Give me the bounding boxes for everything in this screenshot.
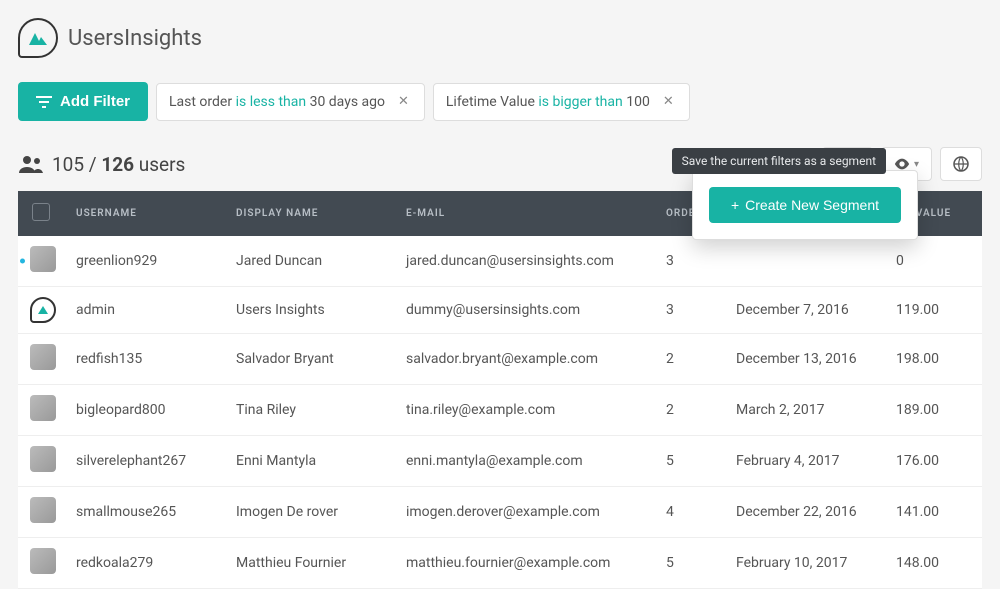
plus-icon: + bbox=[731, 197, 739, 213]
filter-chip-lifetime-value[interactable]: Lifetime Value is bigger than 100 ✕ bbox=[433, 83, 690, 121]
filter-operator: is bigger than bbox=[538, 94, 622, 110]
avatar bbox=[30, 344, 56, 370]
users-table: USERNAME DISPLAY NAME E-MAIL ORDE ME VAL… bbox=[18, 191, 982, 589]
cell-email: jared.duncan@usersinsights.com bbox=[396, 236, 656, 287]
avatar bbox=[30, 497, 56, 523]
cell-last-order: December 22, 2016 bbox=[726, 487, 886, 538]
logo: UsersInsights bbox=[18, 18, 982, 58]
count-total: 126 bbox=[101, 153, 134, 176]
table-row[interactable]: redkoala279Matthieu Fourniermatthieu.fou… bbox=[18, 538, 982, 589]
add-filter-button[interactable]: Add Filter bbox=[18, 82, 148, 121]
cell-orders: 5 bbox=[656, 538, 726, 589]
cell-username: greenlion929 bbox=[66, 236, 226, 287]
filter-value: 100 bbox=[626, 94, 650, 110]
add-filter-label: Add Filter bbox=[60, 93, 130, 110]
cell-last-order bbox=[726, 236, 886, 287]
cell-lifetime-value: 0 bbox=[886, 236, 982, 287]
cell-last-order: March 2, 2017 bbox=[726, 385, 886, 436]
export-button[interactable] bbox=[940, 147, 982, 181]
col-display-name[interactable]: DISPLAY NAME bbox=[226, 191, 396, 236]
users-icon bbox=[18, 155, 44, 173]
avatar bbox=[30, 446, 56, 472]
cell-username: bigleopard800 bbox=[66, 385, 226, 436]
online-indicator bbox=[20, 259, 25, 264]
cell-orders: 2 bbox=[656, 334, 726, 385]
filter-operator: is less than bbox=[236, 94, 307, 110]
select-all-checkbox[interactable] bbox=[32, 203, 50, 221]
logo-text: UsersInsights bbox=[68, 26, 202, 51]
filter-value: 30 days ago bbox=[310, 94, 385, 110]
cell-last-order: February 4, 2017 bbox=[726, 436, 886, 487]
cell-last-order: December 13, 2016 bbox=[726, 334, 886, 385]
cell-lifetime-value: 176.00 bbox=[886, 436, 982, 487]
cell-orders: 3 bbox=[656, 236, 726, 287]
cell-display-name: Matthieu Fournier bbox=[226, 538, 396, 589]
cell-lifetime-value: 119.00 bbox=[886, 287, 982, 334]
col-username[interactable]: USERNAME bbox=[66, 191, 226, 236]
cell-username: silverelephant267 bbox=[66, 436, 226, 487]
cell-orders: 4 bbox=[656, 487, 726, 538]
cell-lifetime-value: 141.00 bbox=[886, 487, 982, 538]
logo-mark bbox=[18, 18, 58, 58]
avatar bbox=[30, 297, 56, 323]
filter-chip-last-order[interactable]: Last order is less than 30 days ago ✕ bbox=[156, 83, 425, 121]
table-row[interactable]: redfish135Salvador Bryantsalvador.bryant… bbox=[18, 334, 982, 385]
create-segment-button[interactable]: + Create New Segment bbox=[709, 187, 901, 223]
cell-display-name: Imogen De rover bbox=[226, 487, 396, 538]
cell-lifetime-value: 198.00 bbox=[886, 334, 982, 385]
count-shown: 105 bbox=[52, 153, 84, 176]
cell-lifetime-value: 148.00 bbox=[886, 538, 982, 589]
cell-email: imogen.derover@example.com bbox=[396, 487, 656, 538]
filter-field: Lifetime Value bbox=[446, 94, 535, 110]
cell-display-name: Users Insights bbox=[226, 287, 396, 334]
cell-email: matthieu.fournier@example.com bbox=[396, 538, 656, 589]
table-row[interactable]: greenlion929Jared Duncanjared.duncan@use… bbox=[18, 236, 982, 287]
cell-orders: 5 bbox=[656, 436, 726, 487]
table-row[interactable]: adminUsers Insightsdummy@usersinsights.c… bbox=[18, 287, 982, 334]
table-row[interactable]: smallmouse265Imogen De roverimogen.derov… bbox=[18, 487, 982, 538]
cell-last-order: February 10, 2017 bbox=[726, 538, 886, 589]
user-count: 105 / 126 users bbox=[18, 153, 185, 176]
segments-tooltip: Save the current filters as a segment bbox=[672, 148, 886, 174]
filters-row: Add Filter Last order is less than 30 da… bbox=[18, 82, 982, 121]
cell-email: dummy@usersinsights.com bbox=[396, 287, 656, 334]
cell-email: tina.riley@example.com bbox=[396, 385, 656, 436]
cell-lifetime-value: 189.00 bbox=[886, 385, 982, 436]
table-row[interactable]: silverelephant267Enni Mantylaenni.mantyl… bbox=[18, 436, 982, 487]
cell-orders: 2 bbox=[656, 385, 726, 436]
filter-icon bbox=[36, 95, 52, 109]
segments-popover: + Create New Segment bbox=[692, 170, 918, 240]
table-row[interactable]: bigleopard800Tina Rileytina.riley@exampl… bbox=[18, 385, 982, 436]
cell-email: enni.mantyla@example.com bbox=[396, 436, 656, 487]
cell-last-order: December 7, 2016 bbox=[726, 287, 886, 334]
avatar bbox=[30, 548, 56, 574]
cell-username: smallmouse265 bbox=[66, 487, 226, 538]
cell-orders: 3 bbox=[656, 287, 726, 334]
avatar bbox=[30, 246, 56, 272]
cell-display-name: Tina Riley bbox=[226, 385, 396, 436]
cell-username: admin bbox=[66, 287, 226, 334]
create-segment-label: Create New Segment bbox=[745, 197, 879, 213]
cell-display-name: Enni Mantyla bbox=[226, 436, 396, 487]
count-suffix: users bbox=[139, 153, 186, 176]
filter-field: Last order bbox=[169, 94, 232, 110]
col-email[interactable]: E-MAIL bbox=[396, 191, 656, 236]
count-sep: / bbox=[89, 153, 97, 176]
cell-email: salvador.bryant@example.com bbox=[396, 334, 656, 385]
remove-filter-icon[interactable]: ✕ bbox=[660, 94, 677, 109]
globe-icon bbox=[953, 156, 969, 172]
cell-display-name: Jared Duncan bbox=[226, 236, 396, 287]
cell-username: redkoala279 bbox=[66, 538, 226, 589]
remove-filter-icon[interactable]: ✕ bbox=[395, 94, 412, 109]
cell-username: redfish135 bbox=[66, 334, 226, 385]
cell-display-name: Salvador Bryant bbox=[226, 334, 396, 385]
avatar bbox=[30, 395, 56, 421]
